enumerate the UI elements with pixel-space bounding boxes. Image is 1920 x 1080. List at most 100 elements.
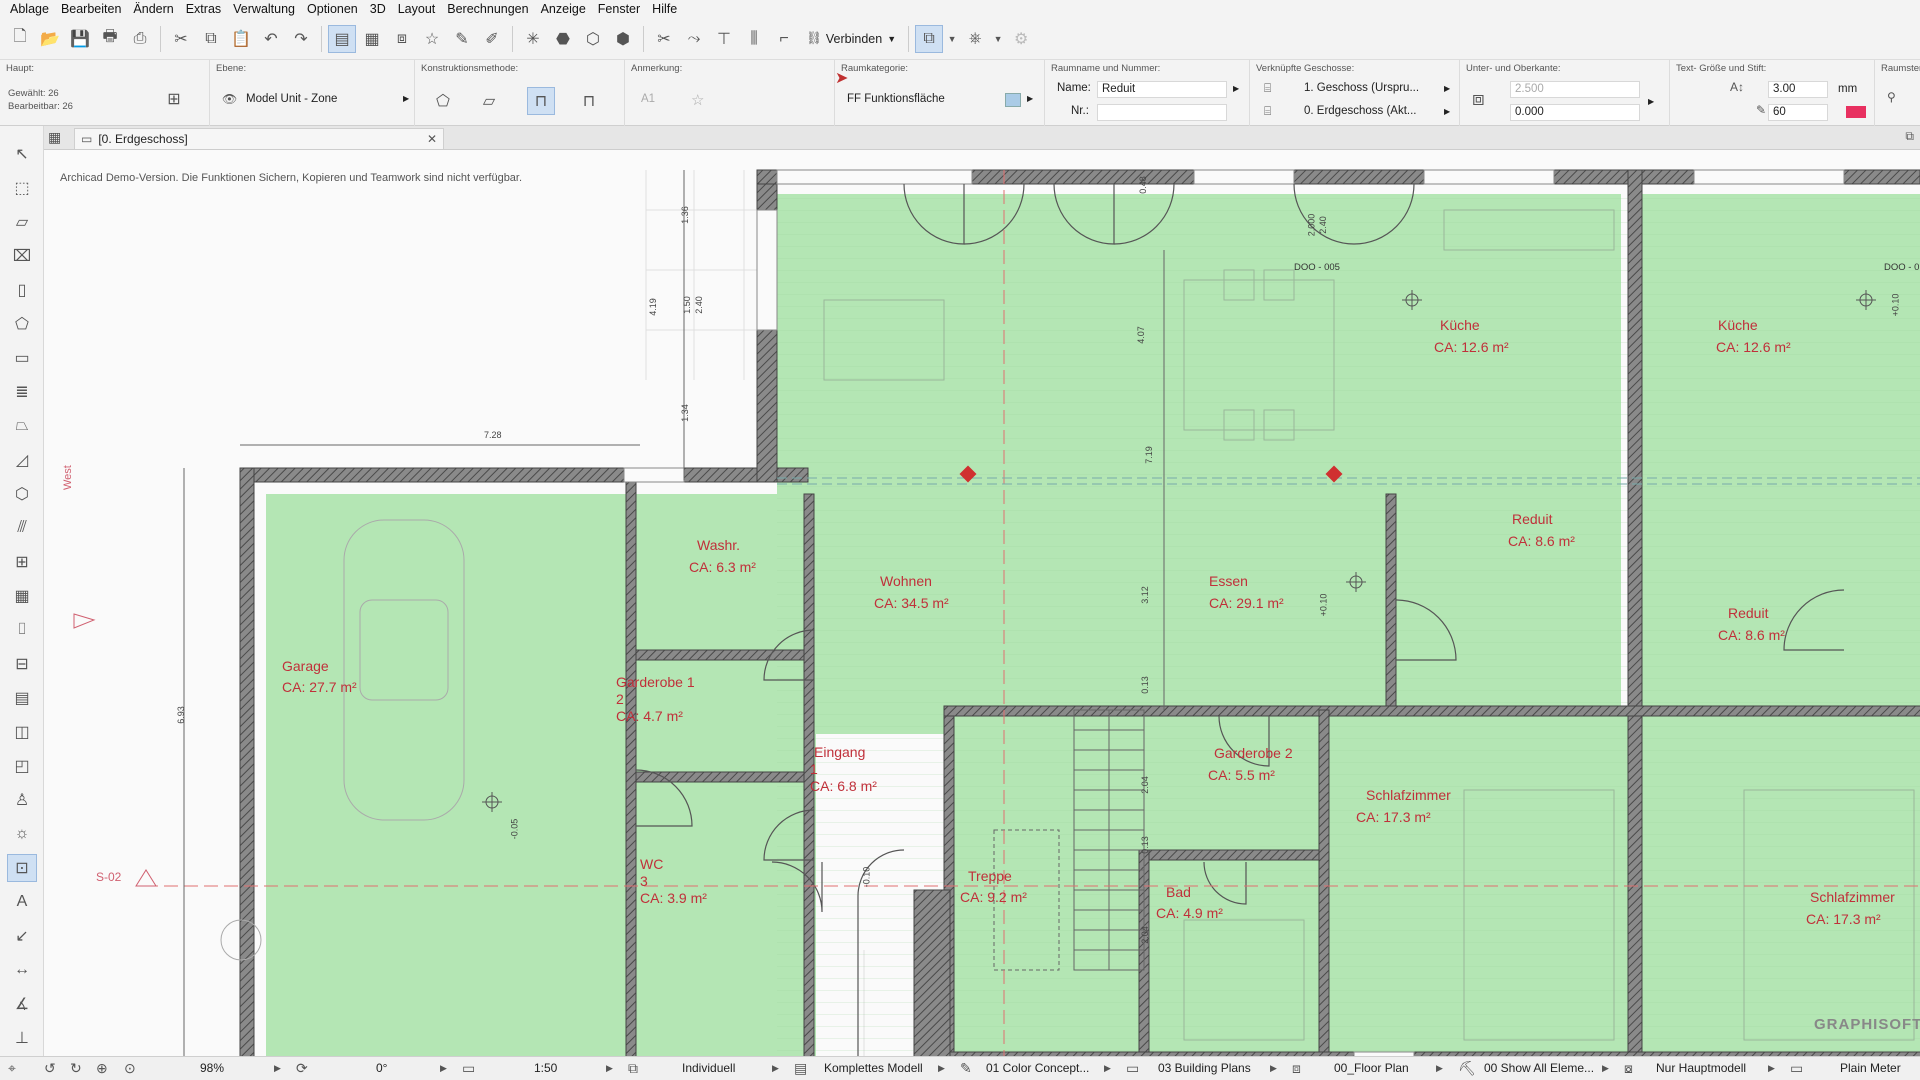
marquee-tool-icon[interactable]: ⬚ (7, 174, 37, 202)
layer-combination-value[interactable]: Individuell (682, 1061, 735, 1075)
slab-tool-icon[interactable]: ⬠ (7, 310, 37, 338)
chevron-down-icon[interactable]: ▼ (991, 25, 1005, 53)
adjust-icon[interactable]: ⤳ (680, 25, 708, 53)
publish-icon[interactable]: ⎙ (126, 25, 154, 53)
arrow-tool-icon[interactable]: ↖ (7, 140, 37, 168)
polygon-method-icon[interactable]: ⬠ (429, 87, 457, 115)
zone-stamp-bad[interactable]: Bad CA: 4.9 m² (1156, 884, 1223, 922)
top-height-field[interactable]: 2.500 (1510, 81, 1640, 98)
label-tool-icon[interactable]: ↙ (7, 922, 37, 950)
menu-anzeige[interactable]: Anzeige (537, 2, 594, 16)
bottom-height-field[interactable]: 0.000 (1510, 104, 1640, 121)
scale-value[interactable]: 1:50 (534, 1061, 557, 1075)
zone-stamp-garderobe-1[interactable]: Garderobe 1 2 CA: 4.7 m² (616, 674, 695, 725)
favorites-star-icon[interactable]: ☆ (691, 91, 704, 109)
chevron-down-icon[interactable]: ▼ (945, 25, 959, 53)
navigator-icon[interactable]: ⌖ (8, 1060, 16, 1077)
corner-window-tool-icon[interactable]: ◰ (7, 752, 37, 780)
zone-settings-icon[interactable]: ⊞ (160, 85, 188, 113)
tab-options-icon[interactable]: ⧉ (1905, 129, 1914, 144)
zone-tool-icon[interactable]: ⊡ (7, 854, 37, 882)
layer-value[interactable]: Model Unit - Zone (246, 93, 337, 105)
railing-tool-icon[interactable]: ⫻ (7, 514, 37, 542)
solid-ops-icon[interactable]: ⬣ (549, 25, 577, 53)
zone-stamp-icon[interactable]: ⚲ (1887, 90, 1896, 104)
distribute-icon[interactable]: ⫼ (740, 25, 768, 53)
text-size-field[interactable]: 3.00 (1768, 81, 1828, 98)
window-tool-icon[interactable]: ⊞ (7, 548, 37, 576)
angle-value[interactable]: 0° (376, 1061, 387, 1075)
menu-extras[interactable]: Extras (182, 2, 229, 16)
new-file-icon[interactable]: 🗋 (6, 25, 34, 53)
undo-icon[interactable]: ↶ (257, 25, 285, 53)
door-tool-icon[interactable]: ⌧ (7, 242, 37, 270)
menu-ablage[interactable]: Ablage (6, 2, 57, 16)
undo-view-icon[interactable]: ↺ (44, 1060, 56, 1077)
dimension-value[interactable]: Plain Meter (1840, 1061, 1901, 1075)
zone-stamp-essen[interactable]: Essen CA: 29.1 m² (1209, 572, 1284, 612)
object-tool-icon[interactable]: ⌷ (7, 616, 37, 644)
display-order-icon[interactable]: ⧉ (915, 24, 944, 53)
level-dimension-tool-icon[interactable]: ⊥ (7, 1024, 37, 1052)
zoom-in-icon[interactable]: ⊕ (96, 1060, 108, 1077)
model-view-value[interactable]: Komplettes Modell (824, 1061, 923, 1075)
angle-dimension-tool-icon[interactable]: ∡ (7, 990, 37, 1018)
lamp-tool-icon[interactable]: ☼ (7, 820, 37, 848)
column-tool-icon[interactable]: ▯ (7, 276, 37, 304)
cut-icon[interactable]: ✂ (167, 25, 195, 53)
rectangle-method-icon[interactable]: ▱ (475, 87, 503, 115)
zoom-fit-icon[interactable]: ⊙ (124, 1060, 136, 1077)
text-tool-icon[interactable]: A (7, 888, 37, 916)
bottom-story-value[interactable]: 0. Erdgeschoss (Akt... (1304, 105, 1417, 117)
zone-stamp-washr[interactable]: Washr. CA: 6.3 m² (689, 536, 756, 576)
stair-tool-icon[interactable]: ≣ (7, 378, 37, 406)
inner-edges-icon[interactable]: ⊓ (527, 87, 555, 115)
close-icon[interactable]: ✕ (427, 132, 437, 146)
rotate-icon[interactable]: ⟳ (296, 1060, 308, 1077)
plan-value[interactable]: 00_Floor Plan (1334, 1061, 1409, 1075)
zone-stamp-eingang[interactable]: Eingang 1 CA: 6.8 m² (810, 744, 877, 795)
zone-stamp-kueche[interactable]: Küche CA: 12.6 m² (1716, 316, 1791, 356)
zone-stamp-treppe[interactable]: Treppe CA: 9.2 m² (960, 868, 1027, 906)
corner-icon[interactable]: ⌐ (770, 25, 798, 53)
zone-stamp-reduit[interactable]: Reduit CA: 8.6 m² (1508, 510, 1575, 550)
injection-icon[interactable]: ✐ (478, 25, 506, 53)
teamwork-icon[interactable]: ⎈ (961, 25, 989, 53)
grid-icon[interactable]: ▦ (358, 25, 386, 53)
split-icon[interactable]: ✂ (650, 25, 678, 53)
roof-tool-icon[interactable]: ⏢ (7, 412, 37, 440)
menu-fenster[interactable]: Fenster (594, 2, 648, 16)
object-icon[interactable]: ⬢ (609, 25, 637, 53)
morph-icon[interactable]: ⬡ (579, 25, 607, 53)
wall-tool-icon[interactable]: ▱ (7, 208, 37, 236)
zone-stamp-wohnen[interactable]: Wohnen CA: 34.5 m² (874, 572, 949, 612)
menu-verwaltung[interactable]: Verwaltung (229, 2, 303, 16)
suspend-groups-icon[interactable]: ✳ (519, 25, 547, 53)
zone-stamp-kueche[interactable]: Küche CA: 12.6 m² (1434, 316, 1509, 356)
zone-stamp-garage[interactable]: Garage CA: 27.7 m² (282, 658, 357, 696)
print-icon[interactable]: 🖶 (96, 25, 124, 53)
pen-field[interactable]: 60 (1768, 104, 1828, 121)
align-top-icon[interactable]: ⊤ (710, 25, 738, 53)
connect-menu[interactable]: ⛓ Verbinden ▼ (800, 26, 902, 52)
menu-aendern[interactable]: Ändern (129, 2, 181, 16)
open-file-icon[interactable]: 📂 (36, 25, 64, 53)
dimension-tool-icon[interactable]: ↔ (7, 956, 37, 984)
menu-berechnungen[interactable]: Berechnungen (443, 2, 536, 16)
category-value[interactable]: FF Funktionsfläche (847, 93, 945, 105)
floor-plan-canvas[interactable]: Archicad Demo-Version. Die Funktionen Si… (44, 150, 1920, 1056)
annotation-label[interactable]: A1 (641, 93, 655, 105)
shell-tool-icon[interactable]: ◿ (7, 446, 37, 474)
layout-grid-icon[interactable]: ▤ (328, 24, 356, 53)
menu-hilfe[interactable]: Hilfe (648, 2, 685, 16)
menu-optionen[interactable]: Optionen (303, 2, 366, 16)
tab-erdgeschoss[interactable]: ▭ [0. Erdgeschoss] ✕ (74, 128, 444, 149)
renovation-value[interactable]: 00 Show All Eleme... (1484, 1061, 1594, 1075)
wall-end-tool-icon[interactable]: ◫ (7, 718, 37, 746)
redo-icon[interactable]: ↷ (287, 25, 315, 53)
mesh-tool-icon[interactable]: ▤ (7, 684, 37, 712)
copy-icon[interactable]: ⧉ (197, 25, 225, 53)
favorites-star-icon[interactable]: ☆ (418, 25, 446, 53)
skylight-tool-icon[interactable]: ⊟ (7, 650, 37, 678)
zone-stamp-wc[interactable]: WC 3 CA: 3.9 m² (640, 856, 707, 907)
